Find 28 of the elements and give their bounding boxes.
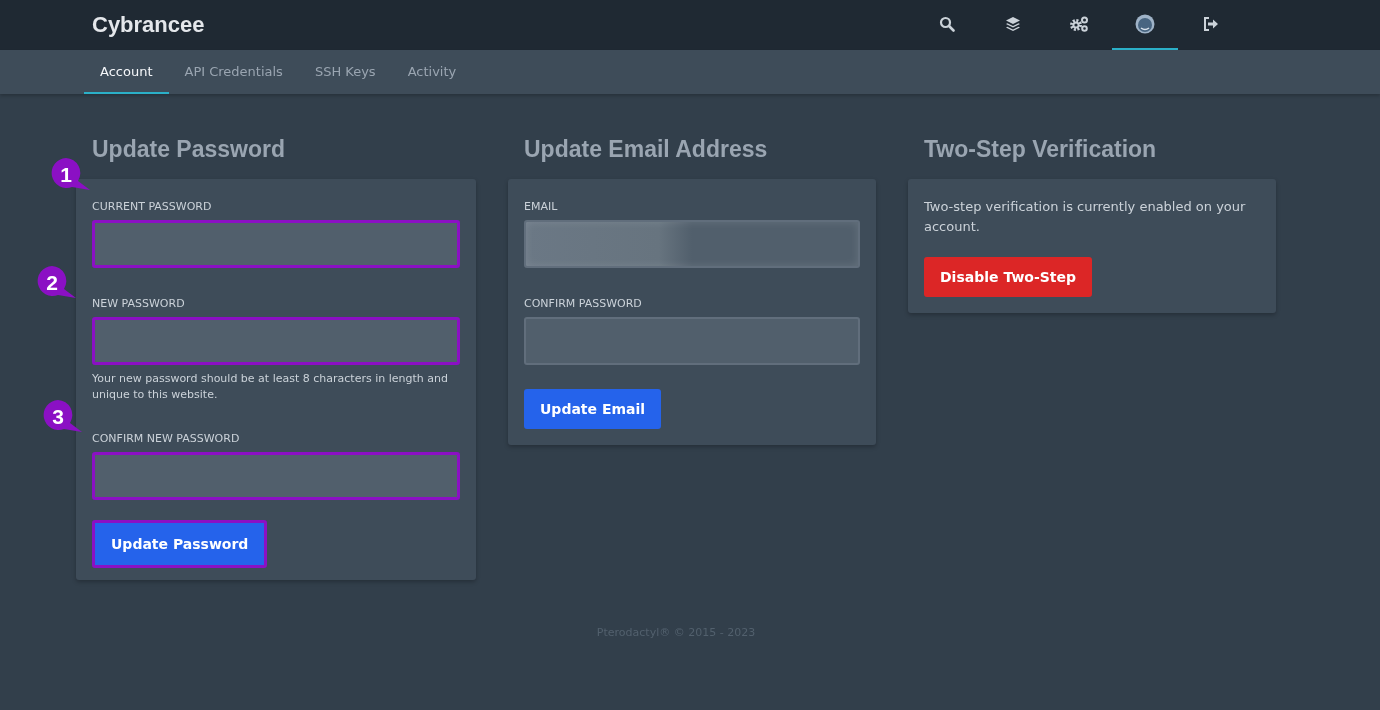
field-label: CONFIRM PASSWORD [524, 297, 642, 310]
update-password-button[interactable]: Update Password [92, 520, 268, 568]
field-label: CONFIRM NEW PASSWORD [92, 432, 240, 445]
section-title: Two-Step Verification [924, 138, 1158, 161]
field-label: EMAIL [524, 200, 558, 213]
nav-tab[interactable]: Activity [391, 50, 473, 94]
nav-tab[interactable]: Account [84, 50, 169, 94]
field-label: CURRENT PASSWORD [92, 200, 212, 213]
password-field[interactable] [92, 317, 460, 365]
nav-tab[interactable]: API Credentials [168, 50, 299, 94]
layers-icon [1005, 16, 1021, 32]
password-field[interactable] [524, 317, 860, 365]
gears-icon [1069, 16, 1089, 32]
section-title: Update Email Address [524, 138, 769, 161]
brand-name[interactable]: Cybrancee [92, 12, 205, 38]
logout-icon [1203, 16, 1219, 32]
avatar-icon [1135, 14, 1155, 34]
password-field[interactable] [92, 220, 460, 268]
help-text: Your new password should be at least 8 characters in length and unique to this website. [92, 371, 449, 403]
field-label: NEW PASSWORD [92, 297, 185, 310]
email-field[interactable] [524, 220, 860, 268]
update-email-button[interactable]: Update Email [524, 389, 662, 429]
section-title: Update Password [92, 138, 286, 161]
disable-two-step-button[interactable]: Disable Two-Step [924, 257, 1093, 297]
nav-tab[interactable]: SSH Keys [298, 50, 392, 94]
password-field[interactable] [92, 452, 460, 500]
search-icon [939, 16, 955, 32]
status-text: Two-step verification is currently enabled on your account. [924, 198, 1247, 236]
